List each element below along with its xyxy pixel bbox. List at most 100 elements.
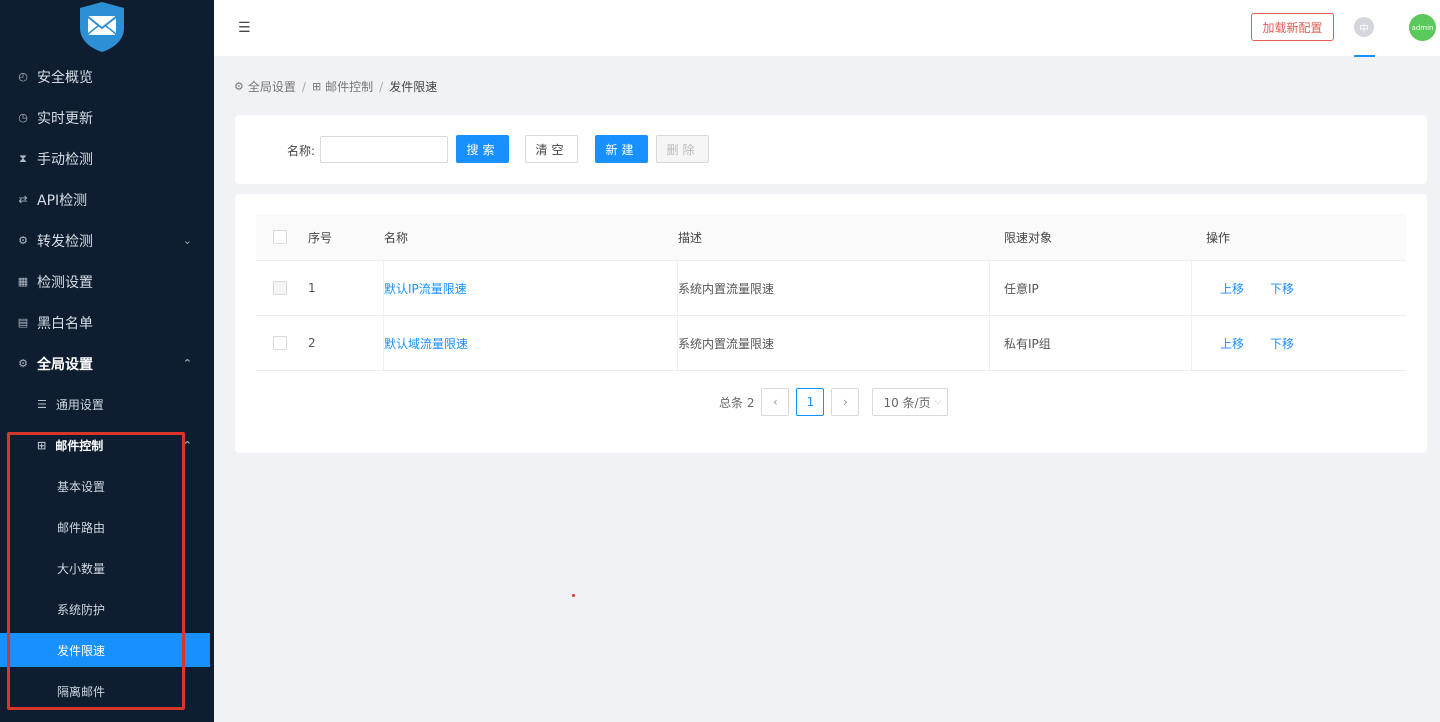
page-size-select[interactable]: 10 条/页 ⌵: [872, 388, 949, 416]
sidebar-item-label: API检测: [37, 192, 88, 209]
row-description: 系统内置流量限速: [678, 336, 775, 351]
sidebar-item-label: 全局设置: [37, 356, 93, 373]
next-page-button[interactable]: ›: [831, 388, 860, 416]
sidebar-item-label: 隔离邮件: [57, 684, 106, 699]
column-header-name: 名称: [384, 230, 409, 245]
move-down-link[interactable]: 下移: [1270, 280, 1294, 297]
table-panel: 序号 名称 描述 限速对象 操作 1 默认IP流量限速 系统内置流量限速 任意I…: [235, 194, 1427, 453]
dashboard-icon: ◴: [18, 70, 28, 83]
language-switch-button[interactable]: 中: [1354, 17, 1374, 37]
table-row: 1 默认IP流量限速 系统内置流量限速 任意IP 上移 下移: [256, 261, 1406, 316]
row-index: 1: [287, 261, 384, 315]
clock-icon: ◷: [18, 111, 28, 124]
sidebar-item-general-settings[interactable]: ☰ 通用设置: [0, 387, 210, 421]
grid-icon: ▦: [17, 275, 29, 288]
breadcrumb-item[interactable]: 邮件控制: [325, 78, 373, 95]
sidebar-item-label: 检测设置: [37, 274, 93, 291]
sidebar-item-label: 大小数量: [57, 561, 106, 576]
language-active-indicator: [1354, 55, 1375, 57]
clear-button[interactable]: 清空: [525, 135, 578, 163]
chevron-right-icon: ›: [843, 395, 848, 409]
breadcrumb-separator: /: [379, 79, 384, 94]
row-name-link[interactable]: 默认域流量限速: [384, 335, 468, 352]
sidebar-item-label: 发件限速: [57, 643, 106, 658]
chevron-left-icon: ‹: [773, 395, 778, 409]
sidebar-item-label: 邮件路由: [57, 520, 106, 535]
name-search-input[interactable]: [320, 136, 448, 163]
sidebar-item-system-protection[interactable]: 系统防护: [0, 592, 210, 626]
sidebar-item-label: 基本设置: [57, 479, 106, 494]
breadcrumb-current: 发件限速: [389, 80, 438, 94]
sidebar-item-send-rate-limit[interactable]: 发件限速: [0, 633, 210, 667]
search-button[interactable]: 搜索: [456, 135, 509, 163]
sidebar-item-black-white-list[interactable]: ▤ 黑白名单: [0, 302, 210, 343]
column-header-actions: 操作: [1206, 230, 1231, 245]
table-header: 序号 名称 描述 限速对象 操作: [256, 214, 1406, 261]
gear-icon: ⚙: [234, 80, 244, 93]
page-size-label: 10 条/页: [883, 395, 931, 410]
sidebar-item-realtime-update[interactable]: ◷ 实时更新: [0, 97, 210, 138]
sidebar-item-api-check[interactable]: ⇄ API检测: [0, 179, 210, 220]
chevron-up-icon: ⌃: [182, 438, 192, 452]
reload-config-button[interactable]: 加载新配置: [1251, 13, 1334, 41]
avatar[interactable]: admin: [1409, 14, 1436, 41]
sidebar-item-check-settings[interactable]: ▦ 检测设置: [0, 261, 210, 302]
new-button[interactable]: 新建: [595, 135, 648, 163]
rate-limit-table: 序号 名称 描述 限速对象 操作 1 默认IP流量限速 系统内置流量限速 任意I…: [256, 214, 1406, 371]
move-up-link[interactable]: 上移: [1220, 280, 1244, 297]
chevron-down-icon: ⌄: [182, 234, 192, 247]
apps-icon: ⊞: [311, 80, 322, 93]
chevron-down-icon: ⌵: [934, 397, 942, 407]
row-checkbox[interactable]: [273, 281, 287, 295]
menu-fold-icon[interactable]: ☰: [238, 20, 251, 36]
annotation-dot: [572, 594, 575, 597]
breadcrumb-item[interactable]: 全局设置: [248, 78, 296, 95]
search-panel: 名称: 搜索 清空 新建 删除: [235, 115, 1427, 184]
gear-icon: ⚙: [18, 234, 28, 247]
apps-icon: ⊞: [37, 438, 47, 452]
sidebar-item-security-overview[interactable]: ◴ 安全概览: [0, 56, 210, 97]
move-down-link[interactable]: 下移: [1270, 335, 1294, 352]
sidebar: ◴ 安全概览 ◷ 实时更新 ⧗ 手动检测 ⇄ API检测 ⚙ 转发检测 ⌄ ▦ …: [0, 0, 214, 722]
sidebar-item-label: 转发检测: [37, 233, 93, 250]
select-all-checkbox[interactable]: [273, 230, 287, 244]
column-header-index: 序号: [308, 230, 333, 245]
row-name-link[interactable]: 默认IP流量限速: [384, 280, 467, 297]
breadcrumb-separator: /: [301, 79, 306, 94]
sidebar-item-size-count[interactable]: 大小数量: [0, 551, 210, 585]
sidebar-item-mail-control[interactable]: ⊞ 邮件控制 ⌃: [0, 428, 210, 462]
row-target: 私有IP组: [1004, 336, 1051, 351]
page-number-button[interactable]: 1: [796, 388, 825, 416]
move-up-link[interactable]: 上移: [1220, 335, 1244, 352]
list-icon: ▤: [17, 316, 29, 329]
row-checkbox[interactable]: [273, 336, 287, 350]
hourglass-icon: ⧗: [19, 151, 27, 165]
sidebar-item-global-settings[interactable]: ⚙ 全局设置 ⌃: [0, 343, 210, 384]
breadcrumb: ⚙ 全局设置 / ⊞ 邮件控制 / 发件限速: [234, 78, 437, 95]
column-header-description: 描述: [678, 230, 703, 245]
sidebar-item-manual-check[interactable]: ⧗ 手动检测: [0, 138, 210, 179]
sidebar-item-label: 系统防护: [57, 602, 106, 617]
sidebar-item-label: 通用设置: [55, 397, 104, 412]
column-header-target: 限速对象: [1004, 230, 1053, 245]
sidebar-item-quarantine-mail[interactable]: 隔离邮件: [0, 674, 210, 708]
api-icon: ⇄: [18, 193, 28, 206]
sidebar-item-label: 手动检测: [37, 151, 93, 168]
sidebar-item-label: 黑白名单: [37, 315, 93, 332]
prev-page-button[interactable]: ‹: [761, 388, 790, 416]
sidebar-item-label: 邮件控制: [55, 438, 104, 453]
gear-icon: ⚙: [18, 357, 28, 370]
chevron-up-icon: ⌃: [182, 357, 192, 370]
mail-shield-icon[interactable]: [76, 0, 128, 52]
row-description: 系统内置流量限速: [678, 281, 775, 296]
sidebar-item-label: 实时更新: [37, 110, 93, 127]
top-header: ☰ 加载新配置 中 admin: [214, 0, 1440, 57]
delete-button[interactable]: 删除: [656, 135, 709, 163]
sidebar-item-mail-routing[interactable]: 邮件路由: [0, 510, 210, 544]
pagination-total: 总条 2: [719, 395, 755, 410]
pagination: 总条 2 ‹ 1 › 10 条/页 ⌵: [719, 388, 949, 416]
sidebar-item-basic-settings[interactable]: 基本设置: [0, 469, 210, 503]
table-row: 2 默认域流量限速 系统内置流量限速 私有IP组 上移 下移: [256, 316, 1406, 371]
name-label: 名称:: [287, 144, 316, 158]
sidebar-item-forward-check[interactable]: ⚙ 转发检测 ⌄: [0, 220, 210, 261]
